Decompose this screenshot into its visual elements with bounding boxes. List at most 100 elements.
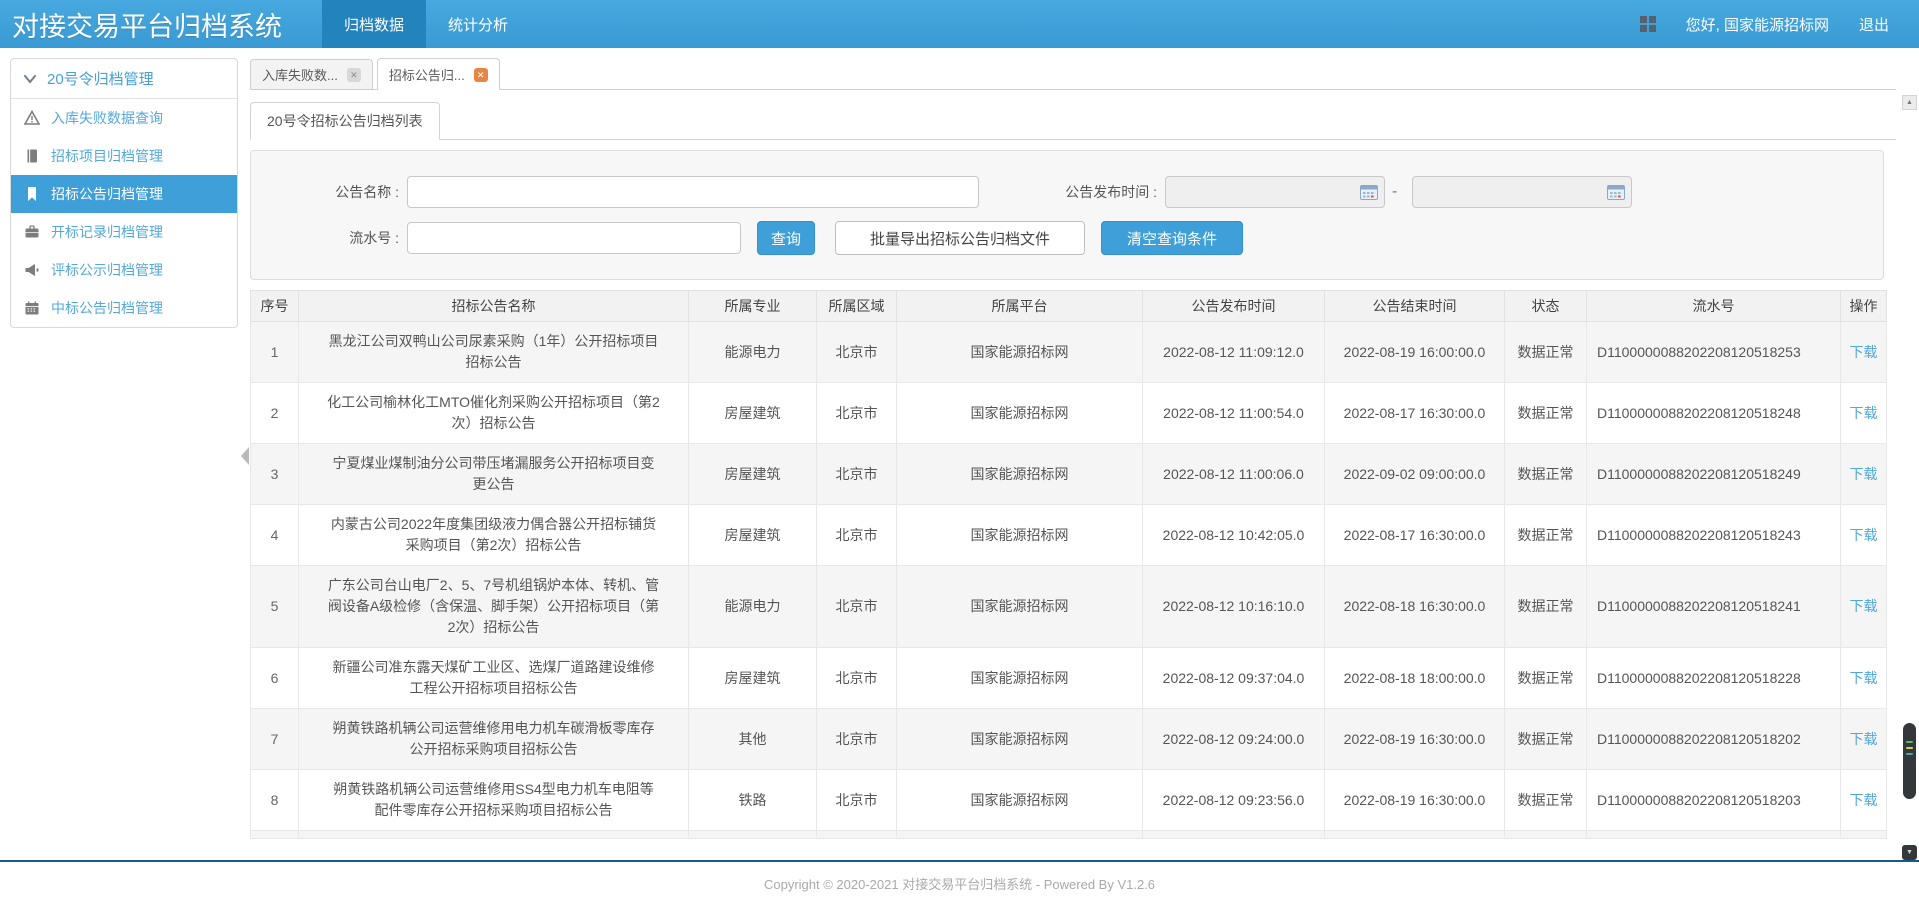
cell-region: 北京市 <box>817 444 897 505</box>
publish-from-input[interactable] <box>1165 176 1385 208</box>
announcement-name-label: 公告名称 : <box>251 182 399 202</box>
cell-serial: D1100000088202208120518248 <box>1587 383 1841 444</box>
query-button[interactable]: 查询 <box>757 221 815 255</box>
cell-seq: 6 <box>251 648 299 709</box>
sidebar-item-label: 招标公告归档管理 <box>51 184 163 204</box>
cell-end: 2022-08-17 16:30:00.0 <box>1325 505 1505 566</box>
page-footer: Copyright © 2020-2021 对接交易平台归档系统 - Power… <box>0 860 1919 893</box>
cell-platform: 国家能源招标网 <box>897 709 1143 770</box>
top-nav: 归档数据 统计分析 <box>322 0 530 48</box>
sidebar: 20号令归档管理 入库失败数据查询 招标项目归档管理 招标公告归档管理 开标记录… <box>10 58 238 328</box>
cell-platform: 国家能源招标网 <box>897 322 1143 383</box>
nav-item-label: 归档数据 <box>344 14 404 35</box>
search-row-1: 公告名称 : 公告发布时间 : - <box>251 175 1883 209</box>
column-header: 序号 <box>251 291 299 322</box>
serial-number-label: 流水号 : <box>251 228 399 248</box>
cell-platform: 国家能源招标网 <box>897 444 1143 505</box>
sidebar-item-award-announcement-archive[interactable]: 中标公告归档管理 <box>11 289 237 327</box>
table-row: 2化工公司榆林化工MTO催化剂采购公开招标项目（第2次）招标公告房屋建筑北京市国… <box>251 383 1887 444</box>
table-row: 8朔黄铁路机辆公司运营维修用SS4型电力机车电阻等配件零库存公开招标采购项目招标… <box>251 770 1887 831</box>
table-row: 4内蒙古公司2022年度集团级液力偶合器公开招标铺货采购项目（第2次）招标公告房… <box>251 505 1887 566</box>
panel-tab-list[interactable]: 20号令招标公告归档列表 <box>250 102 440 140</box>
tab-close-icon[interactable]: ✕ <box>474 68 488 82</box>
sidebar-group-header[interactable]: 20号令归档管理 <box>11 59 237 99</box>
cell-major: 能源电力 <box>689 322 817 383</box>
sidebar-item-evaluation-publicity-archive[interactable]: 评标公示归档管理 <box>11 251 237 289</box>
cell-end: 2022-08-19 16:30:00.0 <box>1325 770 1505 831</box>
cell-end: 2022-08-17 16:30:00.0 <box>1325 383 1505 444</box>
cell-major: 房屋建筑 <box>689 383 817 444</box>
cell-status: 数据正常 <box>1505 505 1587 566</box>
scroll-up-arrow-icon[interactable]: ▲ <box>1902 95 1917 110</box>
table-row: 7朔黄铁路机辆公司运营维修用电力机车碳滑板零库存公开招标采购项目招标公告其他北京… <box>251 709 1887 770</box>
cell-seq: 5 <box>251 566 299 648</box>
table-head-row: 序号招标公告名称所属专业所属区域所属平台公告发布时间公告结束时间状态流水号操作 <box>251 291 1887 322</box>
announcement-name-input[interactable] <box>407 176 979 208</box>
cell-serial: D1100000088202208120518228 <box>1587 648 1841 709</box>
column-header: 所属区域 <box>817 291 897 322</box>
nav-item-archive-data[interactable]: 归档数据 <box>322 0 426 48</box>
cell-publish: 2022-08-12 09:23:56.0 <box>1143 770 1325 831</box>
batch-export-button[interactable]: 批量导出招标公告归档文件 <box>835 221 1085 255</box>
vertical-scrollbar[interactable]: ▲ ▼ <box>1902 95 1917 860</box>
download-link[interactable]: 下载 <box>1850 344 1878 360</box>
scroll-down-arrow-icon[interactable]: ▼ <box>1902 845 1917 860</box>
calendar-picker-icon[interactable] <box>1607 184 1625 200</box>
download-link[interactable]: 下载 <box>1850 731 1878 747</box>
cell-serial: D1100000088202208120518249 <box>1587 444 1841 505</box>
download-link[interactable]: 下载 <box>1850 670 1878 686</box>
sidebar-item-failed-data-query[interactable]: 入库失败数据查询 <box>11 99 237 137</box>
cell-seq: 3 <box>251 444 299 505</box>
download-link[interactable]: 下载 <box>1850 466 1878 482</box>
sidebar-item-project-archive[interactable]: 招标项目归档管理 <box>11 137 237 175</box>
cell-seq: 2 <box>251 383 299 444</box>
top-bar: 对接交易平台归档系统 归档数据 统计分析 您好, 国家能源招标网 退出 <box>0 0 1919 48</box>
sidebar-item-bid-opening-archive[interactable]: 开标记录归档管理 <box>11 213 237 251</box>
logout-link[interactable]: 退出 <box>1859 14 1889 35</box>
cell-region: 北京市 <box>817 648 897 709</box>
cell-major: 房屋建筑 <box>689 648 817 709</box>
cell-major: 铁路 <box>689 770 817 831</box>
cell-status: 数据正常 <box>1505 444 1587 505</box>
panel-tab-label: 20号令招标公告归档列表 <box>267 111 423 131</box>
tab-failed-data[interactable]: 入库失败数... ✕ <box>250 59 373 89</box>
archive-table-wrap: 序号招标公告名称所属专业所属区域所属平台公告发布时间公告结束时间状态流水号操作 … <box>250 290 1886 839</box>
scrollbar-thumb[interactable] <box>1903 723 1916 799</box>
cell-status: 数据正常 <box>1505 322 1587 383</box>
column-header: 流水号 <box>1587 291 1841 322</box>
tab-announcement-archive[interactable]: 招标公告归... ✕ <box>377 58 500 90</box>
download-link[interactable]: 下载 <box>1850 405 1878 421</box>
publish-to-input[interactable] <box>1412 176 1632 208</box>
cell-status: 数据正常 <box>1505 383 1587 444</box>
cell-action: 下载 <box>1841 383 1887 444</box>
cell-publish: 2022-08-12 11:00:06.0 <box>1143 444 1325 505</box>
cell-serial: D1100000088202208120518243 <box>1587 505 1841 566</box>
cell-action: 下载 <box>1841 505 1887 566</box>
clear-conditions-button[interactable]: 清空查询条件 <box>1101 221 1243 255</box>
sidebar-collapse-arrow-icon[interactable] <box>241 447 249 465</box>
table-body: 1黑龙江公司双鸭山公司尿素采购（1年）公开招标项目招标公告能源电力北京市国家能源… <box>251 322 1887 839</box>
sidebar-item-label: 招标项目归档管理 <box>51 146 163 166</box>
sidebar-item-announcement-archive[interactable]: 招标公告归档管理 <box>11 175 237 213</box>
cell-serial: D1100000088202208120518203 <box>1587 770 1841 831</box>
download-link[interactable]: 下载 <box>1850 527 1878 543</box>
app-grid-icon[interactable] <box>1640 16 1656 32</box>
cell-action: 下载 <box>1841 566 1887 648</box>
tab-close-icon[interactable]: ✕ <box>347 68 361 82</box>
column-header: 操作 <box>1841 291 1887 322</box>
cell-region: 北京市 <box>817 770 897 831</box>
calendar-picker-icon[interactable] <box>1360 184 1378 200</box>
download-link[interactable]: 下载 <box>1850 598 1878 614</box>
cell-platform: 国家能源招标网 <box>897 770 1143 831</box>
cell-platform: 国家能源招标网 <box>897 566 1143 648</box>
date-range-separator: - <box>1392 183 1397 201</box>
cell-major: 房屋建筑 <box>689 505 817 566</box>
nav-item-statistics[interactable]: 统计分析 <box>426 0 530 48</box>
download-link[interactable]: 下载 <box>1850 792 1878 808</box>
cell-name: 新疆公司准东露天煤矿工业区、选煤厂道路建设维修工程公开招标项目招标公告 <box>299 648 689 709</box>
cell-major: 能源电力 <box>689 566 817 648</box>
table-row-partial <box>251 831 1887 839</box>
chevron-down-icon <box>24 75 36 83</box>
serial-number-input[interactable] <box>407 222 741 254</box>
book-icon <box>24 148 40 164</box>
